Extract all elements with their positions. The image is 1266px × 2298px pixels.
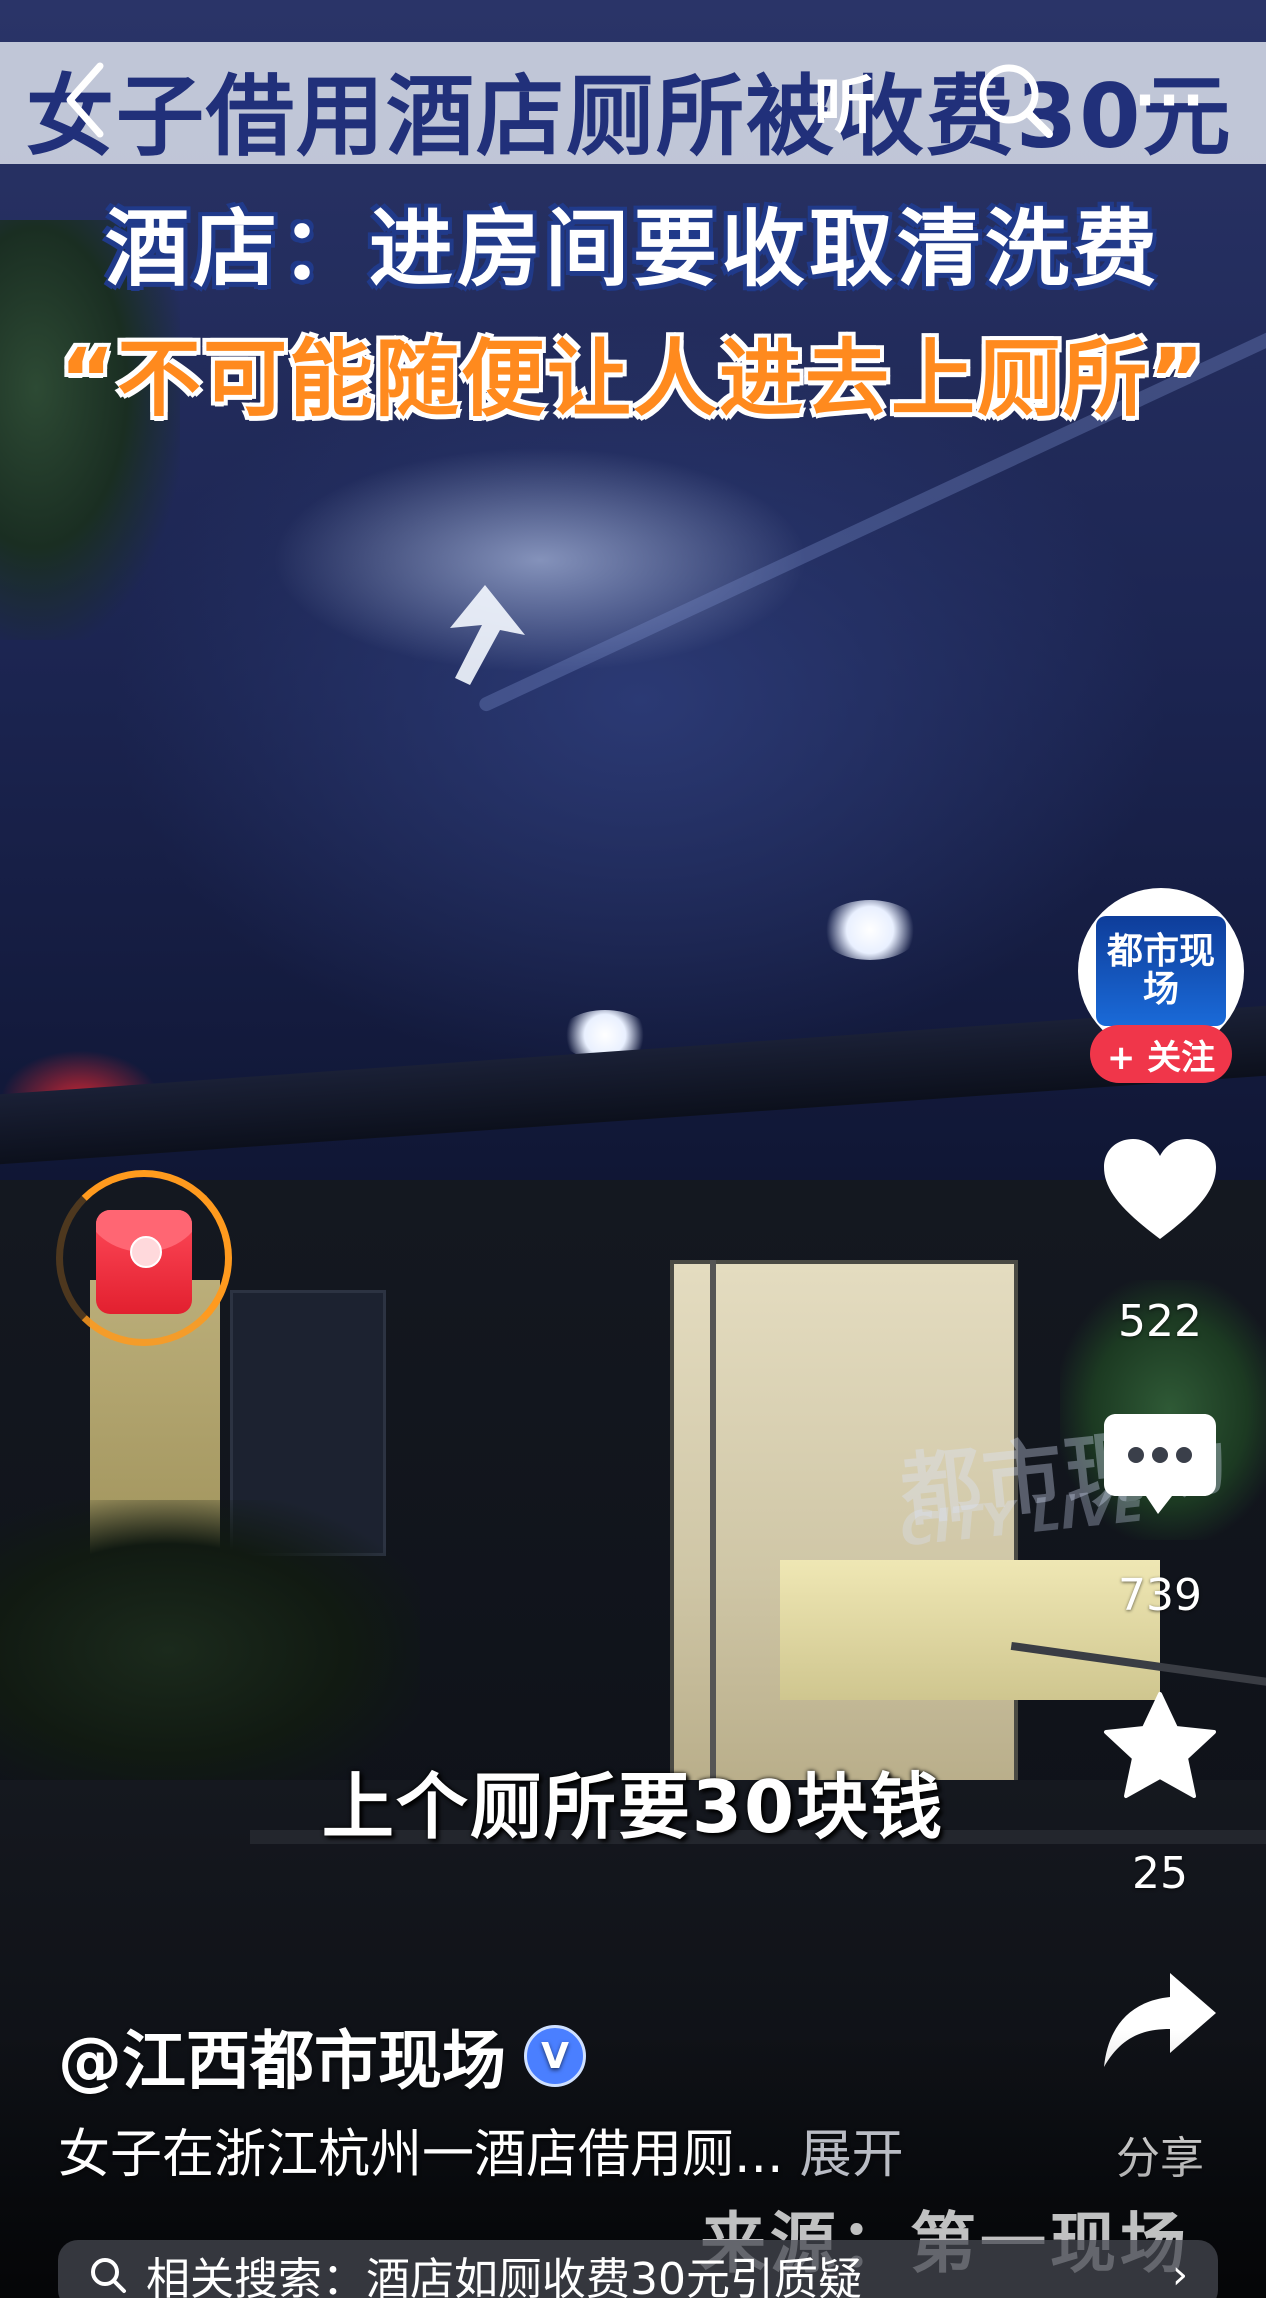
avatar-logo: 都市现场 — [1096, 916, 1226, 1026]
ceiling-light — [820, 900, 920, 960]
search-icon — [979, 64, 1053, 138]
author-name[interactable]: @江西都市现场 — [58, 2010, 506, 2102]
more-icon: ··· — [1133, 66, 1207, 134]
related-search-bar[interactable]: 相关搜索：酒店如厕收费30元引质疑 › — [58, 2240, 1218, 2298]
video-quote: “不可能随便让人进去上厕所” — [59, 330, 1207, 428]
more-button[interactable]: ··· — [1115, 50, 1225, 150]
expand-button[interactable]: 展开 — [800, 2125, 904, 2185]
red-packet-icon — [96, 1210, 192, 1314]
lit-arrow-sign — [450, 585, 525, 685]
chevron-right-icon: › — [1172, 2252, 1188, 2298]
related-search-text: 相关搜索：酒店如厕收费30元引质疑 — [146, 2254, 862, 2298]
back-button[interactable] — [50, 50, 120, 150]
comment-icon — [1104, 1414, 1216, 1514]
video-description[interactable]: 女子在浙江杭州一酒店借用厕... 展开 — [58, 2112, 904, 2187]
search-button[interactable] — [965, 50, 1065, 150]
heart-icon — [1104, 1139, 1216, 1239]
related-search-icon — [88, 2255, 128, 2295]
video-subtitle: 上个厕所要30块钱 — [321, 1765, 945, 1849]
comment-button[interactable] — [1100, 1405, 1220, 1525]
back-arrow-icon — [66, 62, 104, 138]
description-text: 女子在浙江杭州一酒店借用厕... — [58, 2125, 784, 2185]
like-count: 522 — [1118, 1296, 1202, 1347]
video-subheadline: 酒店：进房间要收取清洗费 — [104, 200, 1161, 298]
follow-button[interactable]: + 关注 — [1090, 1025, 1232, 1083]
door-frame — [710, 1260, 716, 1780]
comment-count: 739 — [1118, 1570, 1202, 1621]
author-name-row[interactable]: @江西都市现场 V — [58, 2010, 586, 2102]
listen-button[interactable]: 听 — [790, 50, 900, 150]
favorite-count: 25 — [1132, 1848, 1188, 1899]
video-screen[interactable]: 都市现场 CITY LIVE 女子借用酒店厕所被收费30元 酒店：进房间要收取清… — [0, 0, 1266, 2298]
red-packet-widget[interactable] — [56, 1170, 232, 1346]
verified-badge-icon: V — [524, 2025, 586, 2087]
like-button[interactable] — [1100, 1130, 1220, 1250]
